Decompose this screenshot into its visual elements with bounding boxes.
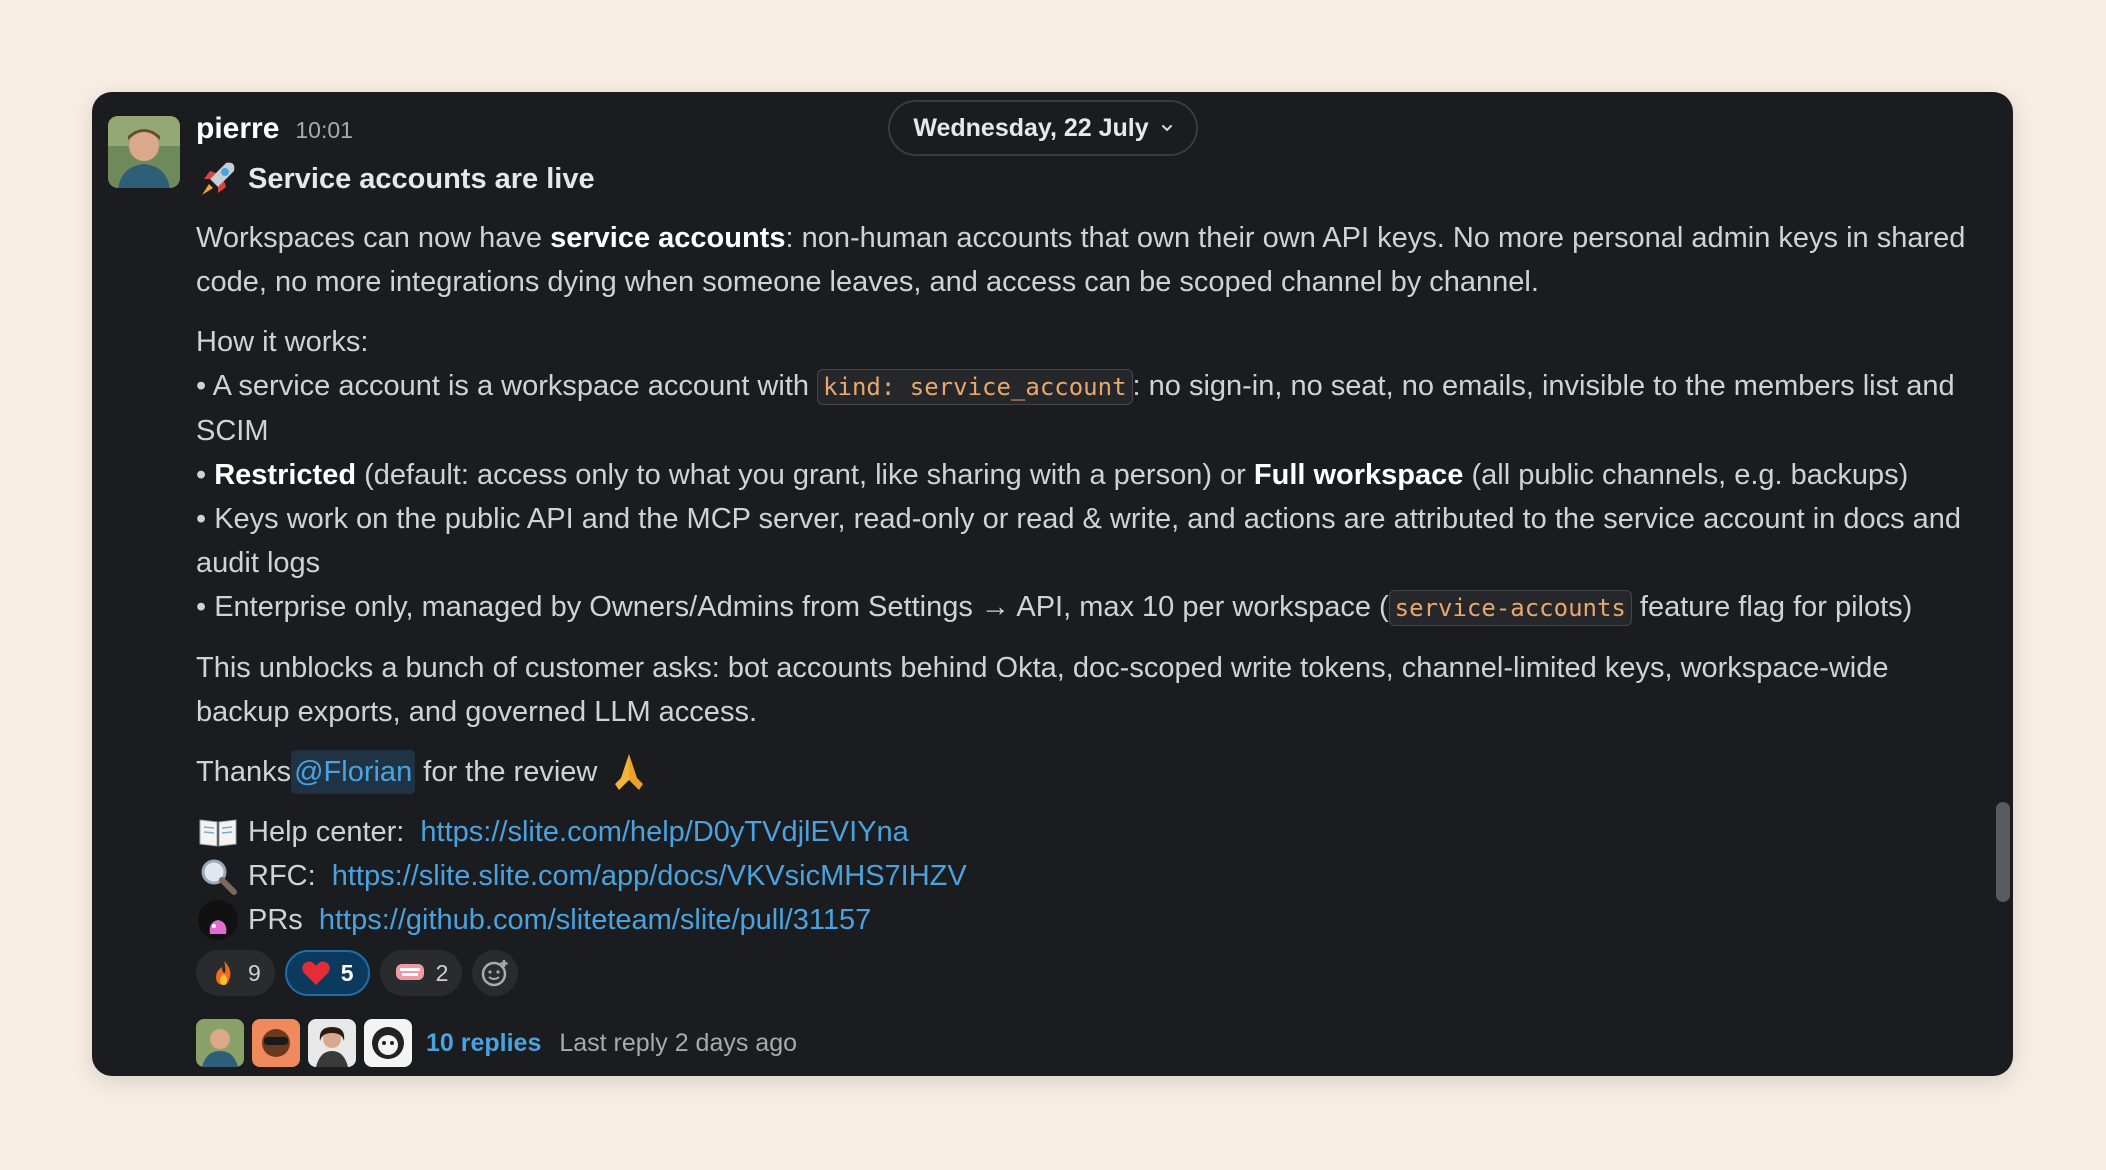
thank-you-icon (395, 964, 424, 980)
reactions-bar: 9 5 2 (196, 950, 1986, 998)
bullet-2: • Restricted (default: access only to wh… (196, 459, 1909, 491)
reaction-fire[interactable]: 9 (196, 950, 275, 996)
help-center-label: Help center: (248, 816, 413, 848)
rfc-link[interactable]: https://slite.slite.com/app/docs/VKVsicM… (332, 854, 967, 898)
add-reaction-button[interactable] (472, 950, 519, 996)
title-text: Service accounts are live (248, 162, 595, 195)
reaction-count: 5 (340, 959, 354, 986)
reaction-count: 2 (435, 959, 449, 986)
how-it-works-heading: How it works: (196, 326, 369, 358)
prs-label: PRs (248, 904, 311, 936)
thread-summary[interactable]: 10 replies Last reply 2 days ago (196, 1018, 1986, 1068)
thread-avatar (196, 1019, 244, 1067)
octocat-icon (198, 900, 238, 940)
pray-icon (615, 754, 644, 790)
intro-paragraph: Workspaces can now have service accounts… (196, 222, 1966, 298)
mention-florian[interactable]: @Florian (291, 750, 416, 794)
thread-avatar (252, 1019, 300, 1067)
bullet-3: • Keys work on the public API and the MC… (196, 503, 1962, 579)
prs-line: PRs https://github.com/sliteteam/slite/p… (196, 898, 1986, 942)
bullet-1: • A service account is a workspace accou… (196, 369, 1955, 447)
scrollbar[interactable] (1996, 802, 2010, 902)
message-time[interactable]: 10:01 (295, 117, 353, 144)
thread-avatar (364, 1019, 412, 1067)
author-name[interactable]: pierre (196, 112, 279, 146)
add-emoji-icon (482, 960, 508, 987)
reaction-heart[interactable]: 5 (284, 950, 370, 996)
last-reply-text: Last reply 2 days ago (559, 1028, 798, 1057)
rocket-icon (202, 162, 235, 195)
prs-link[interactable]: https://github.com/sliteteam/slite/pull/… (319, 898, 871, 942)
book-icon (199, 819, 237, 847)
heart-icon (302, 961, 330, 985)
inline-code-kind: kind: service_account (817, 369, 1133, 405)
rfc-line: RFC: https://slite.slite.com/app/docs/VK… (196, 854, 1986, 898)
thanks-line: Thanks @Florian for the review (196, 750, 1986, 794)
reaction-thank-you[interactable]: 2 (379, 950, 463, 996)
rfc-label: RFC: (248, 860, 324, 892)
author-avatar[interactable] (108, 116, 180, 188)
replies-link[interactable]: 10 replies (426, 1029, 541, 1058)
reaction-count: 9 (248, 959, 261, 986)
summary-paragraph: This unblocks a bunch of customer asks: … (196, 652, 1889, 728)
message-title: Service accounts are live (196, 158, 1986, 200)
fire-icon (216, 961, 231, 985)
magnifier-icon (201, 859, 237, 895)
message-panel: Wednesday, 22 July pierre 10:01 Service … (92, 92, 2013, 1076)
bullet-4: • Enterprise only, managed by Owners/Adm… (196, 585, 1986, 630)
message-body: pierre 10:01 Service accounts are live W… (196, 112, 1986, 1068)
help-center-line: Help center: https://slite.com/help/D0yT… (196, 810, 1986, 854)
inline-code-flag: service-accounts (1388, 590, 1632, 626)
help-center-link[interactable]: https://slite.com/help/D0yTVdjlEVIYna (420, 810, 908, 854)
thread-avatar (308, 1019, 356, 1067)
